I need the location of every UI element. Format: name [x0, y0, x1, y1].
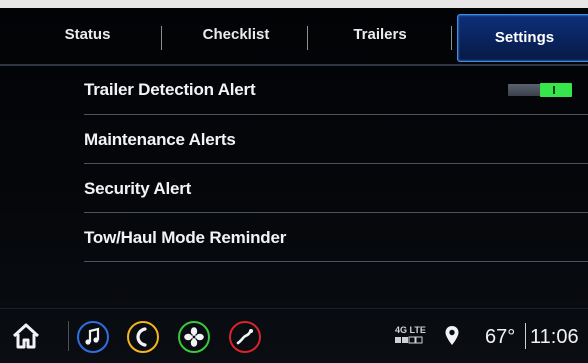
climate-app-button[interactable]: [178, 321, 210, 353]
row-divider: [84, 212, 588, 213]
setting-label: Security Alert: [84, 179, 192, 198]
performance-app-button[interactable]: [229, 321, 261, 353]
tab-checklist[interactable]: Checklist: [180, 10, 292, 60]
setting-label: Tow/Haul Mode Reminder: [84, 228, 287, 247]
setting-tow-haul-mode-reminder[interactable]: Tow/Haul Mode Reminder: [84, 214, 588, 262]
toggle-track: [508, 84, 542, 96]
setting-label: Trailer Detection Alert: [84, 80, 256, 99]
bottom-bar: 4G LTE 67° 11:06: [0, 308, 588, 363]
tab-divider: [307, 26, 308, 50]
row-divider: [84, 114, 588, 115]
tab-divider: [161, 26, 162, 50]
bottom-divider: [68, 321, 69, 351]
music-app-button[interactable]: [77, 321, 109, 353]
tab-divider: [451, 26, 452, 50]
row-divider: [84, 261, 588, 262]
toggle-on-indicator: [540, 83, 572, 97]
row-divider: [84, 163, 588, 164]
performance-icon: [236, 329, 253, 345]
trailer-detection-toggle[interactable]: [508, 83, 572, 97]
tab-settings[interactable]: Settings: [457, 14, 588, 62]
infotainment-screen: Status Checklist Trailers Settings Trail…: [0, 8, 588, 363]
home-icon[interactable]: [11, 322, 41, 350]
setting-security-alert[interactable]: Security Alert: [84, 165, 588, 213]
tab-bar: Status Checklist Trailers Settings: [0, 8, 588, 63]
fan-icon: [184, 327, 204, 347]
network-status: 4G LTE: [395, 325, 426, 344]
phone-icon: [136, 327, 147, 347]
network-label: 4G LTE: [395, 325, 426, 335]
clock: 11:06: [530, 326, 579, 348]
music-icon: [85, 327, 100, 345]
setting-label: Maintenance Alerts: [84, 130, 236, 149]
bottom-bar-divider: [0, 308, 588, 309]
signal-bars-icon: [395, 336, 423, 344]
status-divider: [525, 323, 526, 349]
setting-maintenance-alerts[interactable]: Maintenance Alerts: [84, 116, 588, 164]
tab-status[interactable]: Status: [40, 10, 135, 60]
location-pin-icon[interactable]: [444, 325, 460, 347]
outside-temperature: 67°: [485, 326, 516, 348]
tab-trailers[interactable]: Trailers: [325, 10, 435, 60]
phone-app-button[interactable]: [127, 321, 159, 353]
